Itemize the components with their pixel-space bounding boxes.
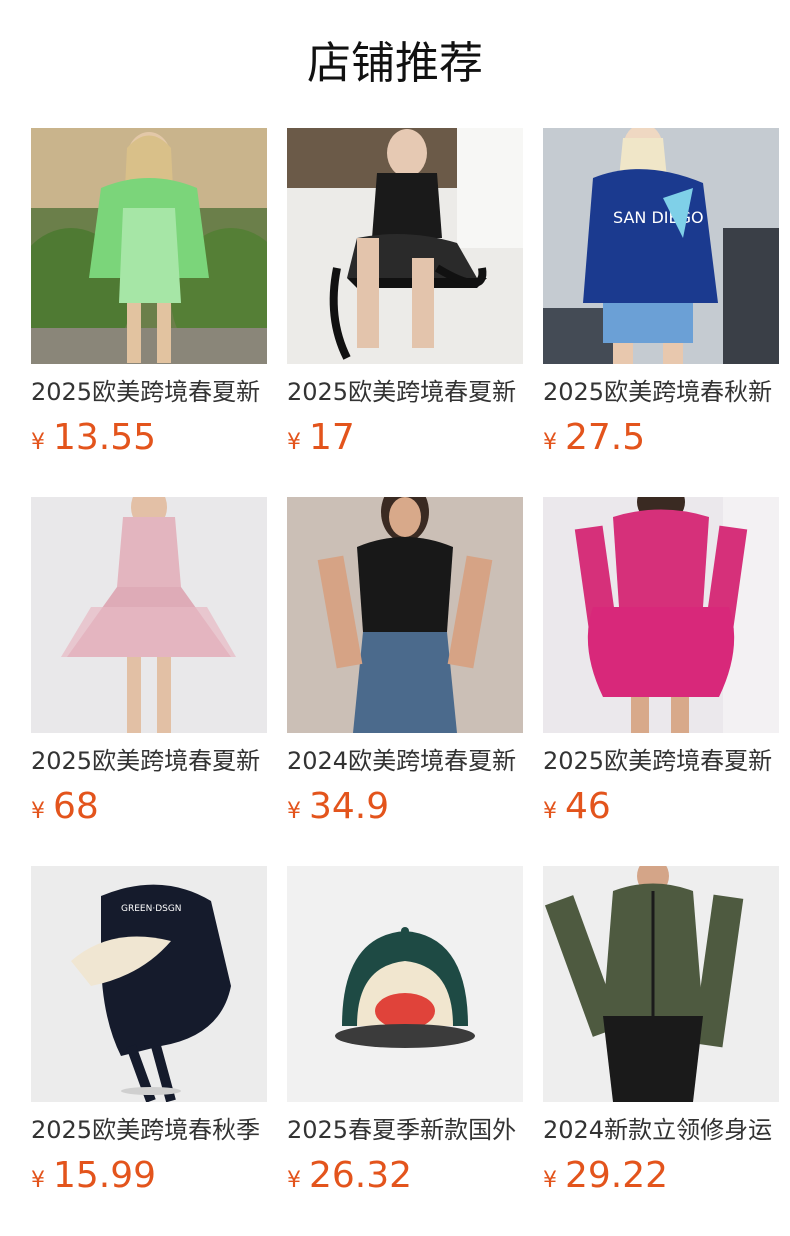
product-card[interactable]: 2024欧美跨境春夏新 ¥34.9: [287, 497, 523, 837]
product-price: ¥17: [287, 415, 523, 461]
currency-symbol: ¥: [31, 799, 45, 824]
currency-symbol: ¥: [31, 430, 45, 455]
product-image[interactable]: [287, 866, 523, 1102]
price-amount: 17: [309, 417, 355, 458]
currency-symbol: ¥: [287, 430, 301, 455]
product-title[interactable]: 2025欧美跨境春夏新: [31, 372, 267, 412]
product-title[interactable]: 2025欧美跨境春夏新: [31, 741, 267, 781]
product-card[interactable]: 2025春夏季新款国外 ¥26.32: [287, 866, 523, 1206]
product-image[interactable]: SAN DIEGO: [543, 128, 779, 364]
product-card[interactable]: 2025欧美跨境春夏新 ¥46: [543, 497, 779, 837]
currency-symbol: ¥: [543, 1168, 557, 1193]
product-card[interactable]: GREEN·DSGN 2025欧美跨境春秋季 ¥15.99: [31, 866, 267, 1206]
product-card[interactable]: 2024新款立领修身运 ¥29.22: [543, 866, 779, 1206]
currency-symbol: ¥: [287, 799, 301, 824]
svg-text:GREEN·DSGN: GREEN·DSGN: [121, 904, 182, 914]
product-price: ¥15.99: [31, 1153, 267, 1199]
product-title[interactable]: 2025春夏季新款国外: [287, 1110, 523, 1150]
product-title[interactable]: 2024新款立领修身运: [543, 1110, 779, 1150]
price-amount: 34.9: [309, 786, 390, 827]
currency-symbol: ¥: [31, 1168, 45, 1193]
currency-symbol: ¥: [287, 1168, 301, 1193]
svg-text:SAN DIEGO: SAN DIEGO: [613, 208, 704, 227]
price-amount: 27.5: [565, 417, 646, 458]
product-price: ¥29.22: [543, 1153, 779, 1199]
price-amount: 13.55: [53, 417, 157, 458]
product-card[interactable]: 2025欧美跨境春夏新 ¥17: [287, 128, 523, 468]
price-amount: 68: [53, 786, 99, 827]
product-title[interactable]: 2024欧美跨境春夏新: [287, 741, 523, 781]
product-image[interactable]: [543, 497, 779, 733]
product-title[interactable]: 2025欧美跨境春夏新: [287, 372, 523, 412]
price-amount: 26.32: [309, 1155, 413, 1196]
price-amount: 46: [565, 786, 611, 827]
price-amount: 29.22: [565, 1155, 669, 1196]
currency-symbol: ¥: [543, 799, 557, 824]
product-card[interactable]: 2025欧美跨境春夏新 ¥68: [31, 497, 267, 837]
product-image[interactable]: [287, 128, 523, 364]
product-title[interactable]: 2025欧美跨境春夏新: [543, 741, 779, 781]
product-image[interactable]: [287, 497, 523, 733]
price-amount: 15.99: [53, 1155, 157, 1196]
product-image[interactable]: [31, 128, 267, 364]
currency-symbol: ¥: [543, 430, 557, 455]
page-title: 店铺推荐: [307, 38, 483, 89]
product-card[interactable]: 2025欧美跨境春夏新 ¥13.55: [31, 128, 267, 468]
product-title[interactable]: 2025欧美跨境春秋新: [543, 372, 779, 412]
product-price: ¥26.32: [287, 1153, 523, 1199]
product-price: ¥34.9: [287, 784, 523, 830]
product-price: ¥46: [543, 784, 779, 830]
product-image[interactable]: [31, 497, 267, 733]
product-image[interactable]: GREEN·DSGN: [31, 866, 267, 1102]
product-card[interactable]: SAN DIEGO 2025欧美跨境春秋新 ¥27.5: [543, 128, 779, 468]
product-image[interactable]: [543, 866, 779, 1102]
product-price: ¥68: [31, 784, 267, 830]
product-title[interactable]: 2025欧美跨境春秋季: [31, 1110, 267, 1150]
product-price: ¥13.55: [31, 415, 267, 461]
product-price: ¥27.5: [543, 415, 779, 461]
